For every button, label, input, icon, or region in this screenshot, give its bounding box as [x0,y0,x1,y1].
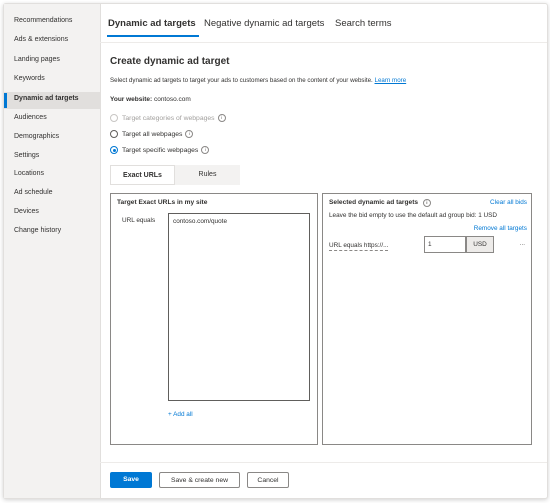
sidebar-item-locations[interactable]: Locations [14,170,44,177]
selected-targets-title: Selected dynamic ad targets i [329,199,431,207]
remove-all-targets-link[interactable]: Remove all targets [474,225,527,232]
info-icon[interactable]: i [201,146,210,154]
tabs-divider [100,42,547,43]
website-label: Your website: [110,96,153,103]
url-list-value: contoso.com/quote [173,218,227,225]
save-button[interactable]: Save [110,472,152,488]
url-equals-label: URL equals [122,217,156,224]
url-list-input[interactable]: contoso.com/quote [168,213,310,401]
segment-exact-urls[interactable]: Exact URLs [110,165,175,185]
sidebar-active-indicator [4,93,7,108]
sidebar-item-dynamic-ad-targets[interactable]: Dynamic ad targets [14,95,79,102]
target-urls-panel: Target Exact URLs in my site URL equals … [110,193,318,445]
radio-target-all[interactable] [110,130,118,138]
radio-target-categories[interactable] [110,114,118,122]
active-tab-underline [107,35,199,37]
sidebar-item-audiences[interactable]: Audiences [14,114,47,121]
targeting-mode-switch: Exact URLs Rules [110,165,240,185]
info-icon[interactable]: i [217,114,226,122]
footer-divider [100,462,547,463]
sidebar-item-keywords[interactable]: Keywords [14,75,45,82]
description-text: Select dynamic ad targets to target your… [110,77,373,84]
sidebar-item-landing-pages[interactable]: Landing pages [14,56,60,63]
page-description: Select dynamic ad targets to target your… [110,77,406,84]
selected-targets-title-text: Selected dynamic ad targets [329,199,419,206]
currency-label: USD [466,236,494,253]
option-target-specific[interactable]: Target specific webpages i [110,146,210,154]
segment-rules[interactable]: Rules [175,165,240,185]
target-urls-title: Target Exact URLs in my site [117,199,208,206]
save-and-create-new-button[interactable]: Save & create new [159,472,240,488]
tab-dynamic-ad-targets[interactable]: Dynamic ad targets [108,18,196,29]
option-label: Target categories of webpages [122,114,215,122]
option-target-categories[interactable]: Target categories of webpages i [110,114,226,122]
page-title: Create dynamic ad target [110,56,230,67]
clear-all-bids-link[interactable]: Clear all bids [490,199,527,206]
sidebar-item-ads-extensions[interactable]: Ads & extensions [14,36,68,43]
selected-targets-panel: Selected dynamic ad targets i Clear all … [322,193,532,445]
default-bid-hint: Leave the bid empty to use the default a… [329,212,498,219]
option-target-all[interactable]: Target all webpages i [110,130,194,138]
sidebar: Recommendations Ads & extensions Landing… [4,4,101,498]
bid-input[interactable]: 1 [424,236,466,253]
website-value: contoso.com [153,96,191,103]
sidebar-item-devices[interactable]: Devices [14,208,39,215]
app-window: Recommendations Ads & extensions Landing… [3,3,548,499]
sidebar-item-change-history[interactable]: Change history [14,227,61,234]
website-info: Your website: contoso.com [110,96,191,103]
sidebar-item-ad-schedule[interactable]: Ad schedule [14,189,53,196]
sidebar-item-demographics[interactable]: Demographics [14,133,59,140]
tab-negative-dynamic-ad-targets[interactable]: Negative dynamic ad targets [204,18,324,29]
option-label: Target all webpages [122,130,183,138]
option-label: Target specific webpages [122,146,199,154]
bid-input-value: 1 [428,241,432,248]
learn-more-link[interactable]: Learn more [375,77,407,84]
target-row-label: URL equals https://... [329,242,389,251]
radio-target-specific[interactable] [110,146,118,154]
info-icon[interactable]: i [185,130,194,138]
sidebar-item-recommendations[interactable]: Recommendations [14,17,72,24]
add-all-link[interactable]: + Add all [168,411,193,418]
more-options-icon[interactable]: ... [520,240,525,247]
tab-search-terms[interactable]: Search terms [335,18,392,29]
info-icon[interactable]: i [422,199,431,207]
cancel-button[interactable]: Cancel [247,472,289,488]
sidebar-item-settings[interactable]: Settings [14,152,39,159]
